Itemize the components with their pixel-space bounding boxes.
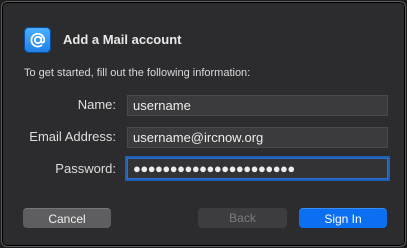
password-label: Password:: [55, 161, 116, 176]
at-sign-icon: [30, 32, 45, 48]
mail-app-icon: [24, 27, 51, 53]
password-field[interactable]: ●●●●●●●●●●●●●●●●●●●●●●: [127, 158, 388, 179]
dialog-subtitle: To get started, fill out the following i…: [24, 67, 251, 79]
name-label: Name:: [77, 97, 116, 112]
back-button[interactable]: Back: [198, 208, 287, 228]
add-mail-account-dialog: Add a Mail account To get started, fill …: [1, 1, 406, 247]
dialog-title: Add a Mail account: [63, 32, 182, 47]
password-dots: ●●●●●●●●●●●●●●●●●●●●●●: [133, 161, 295, 176]
sign-in-button[interactable]: Sign In: [299, 208, 387, 228]
email-field[interactable]: username@ircnow.org: [127, 127, 388, 148]
name-field[interactable]: username: [127, 95, 388, 116]
email-label: Email Address:: [29, 129, 116, 144]
cancel-button[interactable]: Cancel: [23, 208, 111, 228]
